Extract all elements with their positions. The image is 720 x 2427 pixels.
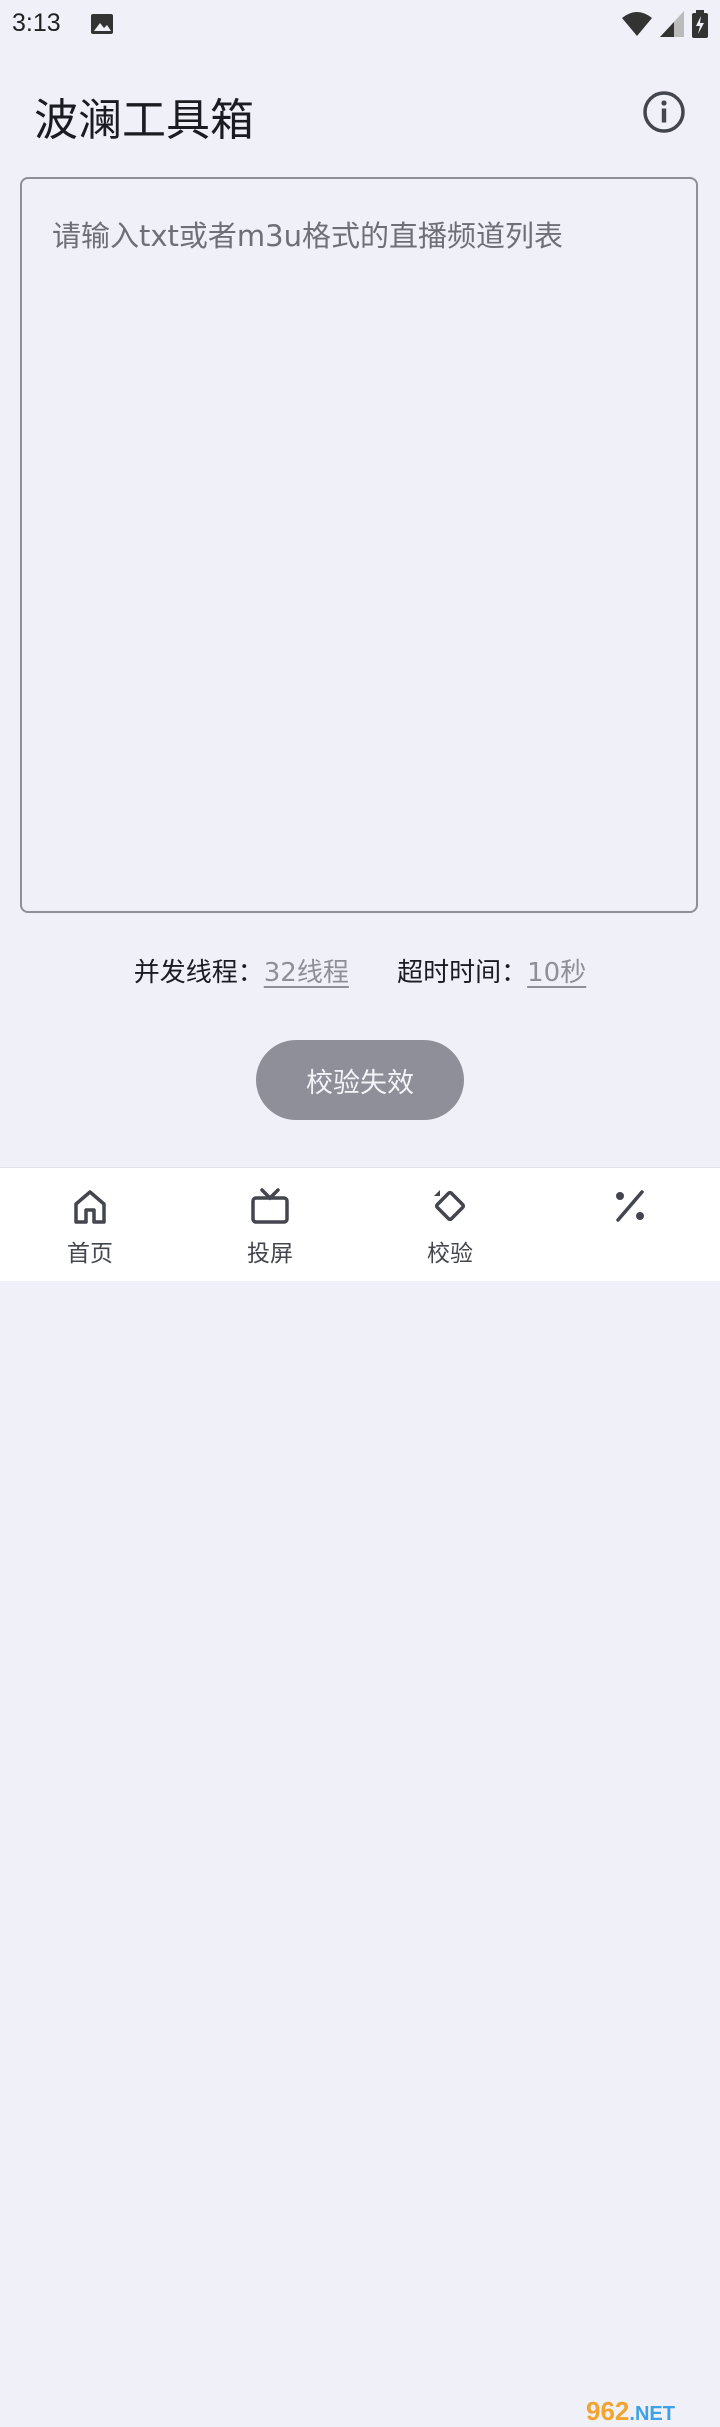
wifi-icon xyxy=(622,12,652,36)
timeout-setting: 超时时间：10秒 xyxy=(397,952,586,989)
nav-label-cast: 投屏 xyxy=(247,1241,293,1267)
nav-label-validate: 校验 xyxy=(427,1241,473,1267)
watermark-num: 962 xyxy=(586,2396,630,2426)
nav-item-percent[interactable] xyxy=(540,1168,720,1281)
rotate-icon xyxy=(434,1190,466,1222)
settings-row: 并发线程：32线程 超时时间：10秒 xyxy=(0,952,720,989)
info-icon[interactable] xyxy=(642,90,686,134)
battery-icon xyxy=(692,10,708,38)
percent-icon xyxy=(616,1190,644,1222)
threads-setting: 并发线程：32线程 xyxy=(134,952,349,989)
app-title: 波澜工具箱 xyxy=(34,95,254,146)
timeout-value-link[interactable]: 10秒 xyxy=(527,958,586,988)
nav-item-cast[interactable]: 投屏 xyxy=(180,1168,360,1281)
tv-icon xyxy=(251,1188,289,1224)
image-notification-icon xyxy=(91,14,113,34)
status-bar: 3:13 xyxy=(0,0,720,50)
watermark-suffix: .NET xyxy=(629,2403,675,2425)
nav-item-home[interactable]: 首页 xyxy=(0,1168,180,1281)
watermark-logo: 962.NET xyxy=(586,2396,675,2427)
signal-icon xyxy=(660,11,684,37)
timeout-label: 超时时间： xyxy=(397,958,528,988)
home-icon xyxy=(74,1190,106,1224)
channel-list-input[interactable] xyxy=(22,179,696,911)
validate-invalid-button[interactable]: 校验失效 xyxy=(256,1040,464,1120)
bottom-nav: 首页 投屏 校验 962.NET xyxy=(0,1167,720,2426)
threads-label: 并发线程： xyxy=(133,958,264,988)
nav-item-validate[interactable]: 校验 xyxy=(360,1168,540,1281)
nav-label-home: 首页 xyxy=(67,1241,113,1267)
threads-value-link[interactable]: 32线程 xyxy=(264,958,349,988)
status-time: 3:13 xyxy=(12,9,61,37)
channel-list-input-box[interactable] xyxy=(20,177,698,913)
